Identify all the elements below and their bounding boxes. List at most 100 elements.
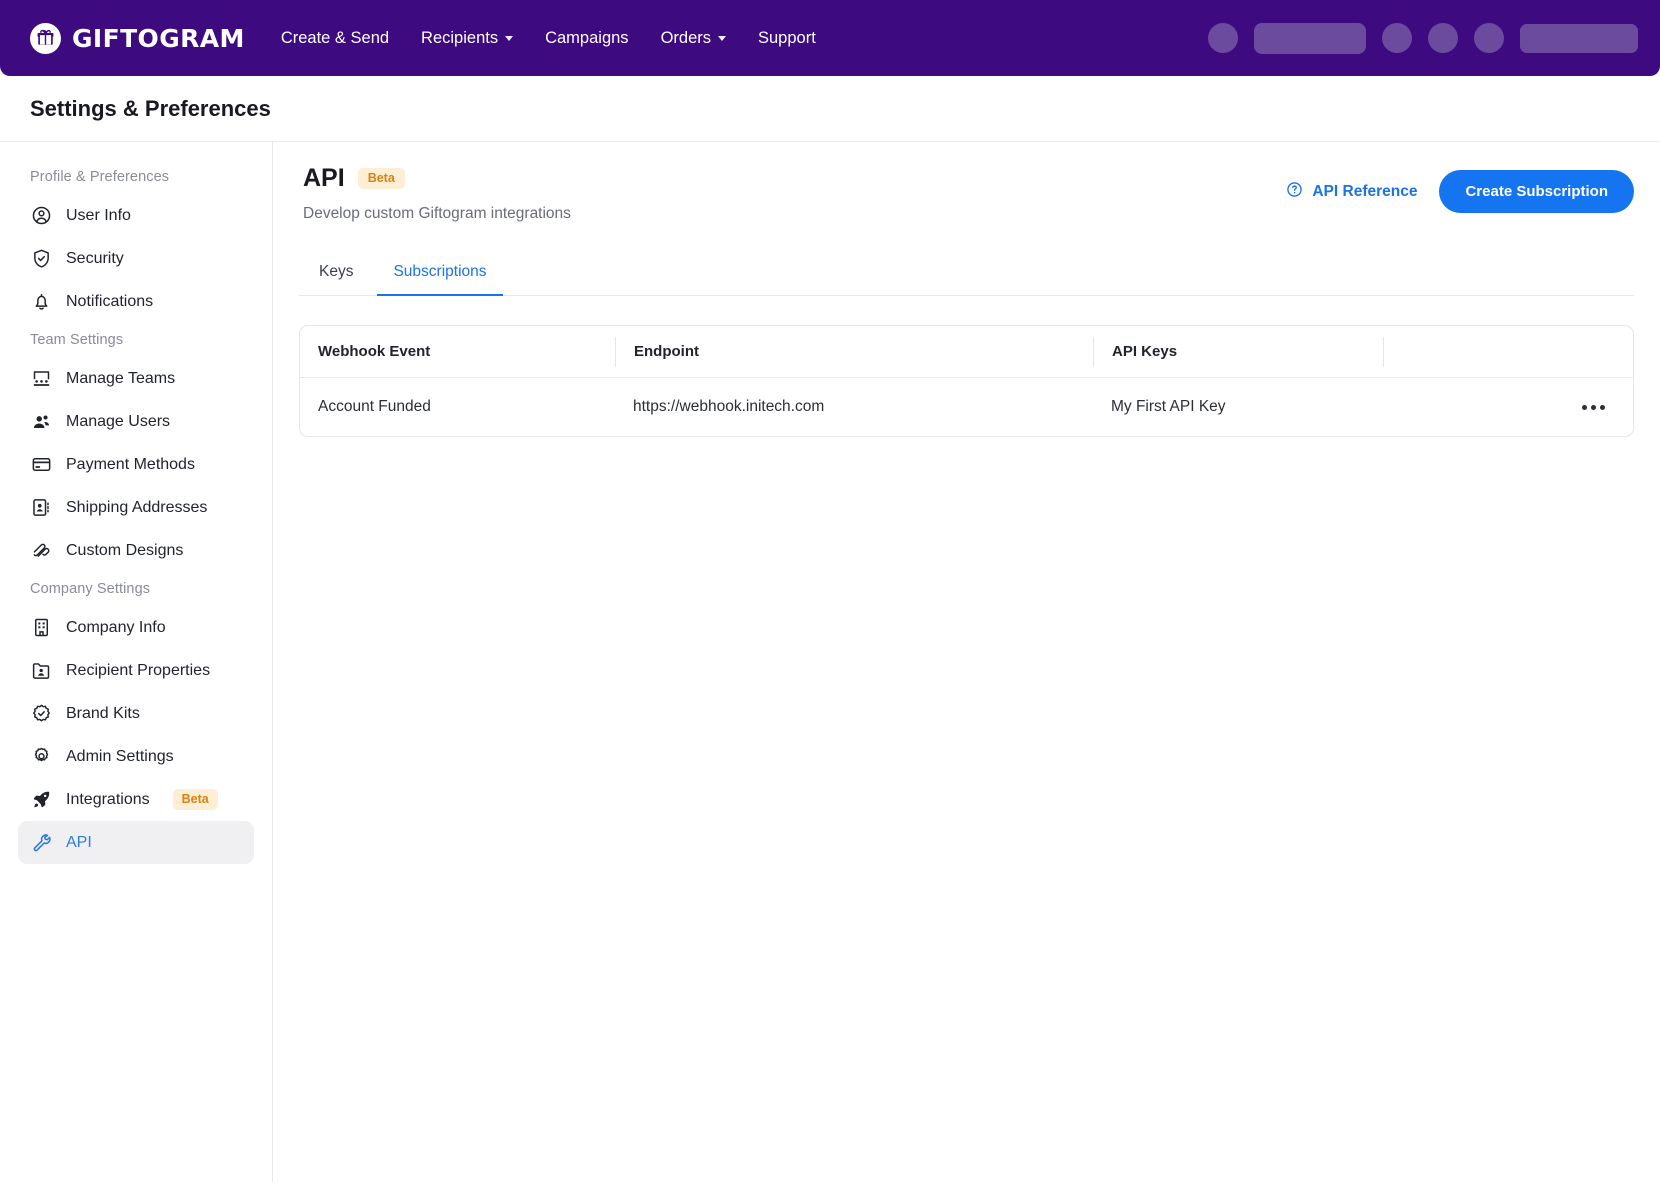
cell-webhook-event: Account Funded (318, 398, 431, 415)
sidebar-item-label: Payment Methods (66, 455, 195, 473)
nav-link-label: Support (758, 28, 816, 47)
sidebar-item-label: Security (66, 249, 124, 267)
sidebar-item-label: Custom Designs (66, 541, 184, 559)
api-reference-link[interactable]: API Reference (1286, 181, 1417, 203)
sidebar-item-label: Admin Settings (66, 747, 174, 765)
sidebar-item-label: Company Info (66, 618, 166, 636)
nav-link-label: Campaigns (545, 28, 629, 47)
api-tabs: Keys Subscriptions (299, 253, 1634, 296)
sidebar-item-custom-designs[interactable]: Custom Designs (18, 529, 254, 572)
page-body: Profile & Preferences User Info Security (0, 142, 1660, 1182)
gear-icon (30, 745, 53, 768)
sidebar-item-shipping-addresses[interactable]: Shipping Addresses (18, 486, 254, 529)
nav-right-placeholders (1208, 0, 1638, 76)
sidebar-item-label: Brand Kits (66, 704, 140, 722)
nav-link-support[interactable]: Support (758, 29, 816, 48)
wrench-icon (30, 831, 53, 854)
nav-link-label: Recipients (421, 28, 499, 47)
sidebar-item-label: Manage Users (66, 412, 171, 430)
tab-keys[interactable]: Keys (303, 253, 369, 296)
column-header-webhook-event: Webhook Event (318, 343, 431, 360)
brush-strokes-icon (30, 539, 53, 562)
skeleton-circle (1382, 23, 1412, 53)
nav-link-label: Orders (660, 28, 711, 47)
cell-api-keys: My First API Key (1111, 398, 1226, 415)
column-header-api-keys: API Keys (1093, 336, 1383, 367)
shield-check-icon (30, 247, 53, 270)
skeleton-circle (1474, 23, 1504, 53)
column-header-endpoint: Endpoint (615, 336, 1093, 367)
address-book-icon (30, 496, 53, 519)
sidebar-item-api[interactable]: API (18, 821, 254, 864)
cell-endpoint: https://webhook.initech.com (633, 398, 825, 415)
brand-logo[interactable]: GIFTOGRAM (30, 22, 245, 54)
sidebar-item-company-info[interactable]: Company Info (18, 606, 254, 649)
create-subscription-button[interactable]: Create Subscription (1439, 170, 1634, 213)
api-title-row: API Beta (303, 164, 571, 193)
api-header-text: API Beta Develop custom Giftogram integr… (299, 164, 571, 223)
table-header-row: Webhook Event Endpoint API Keys (300, 326, 1633, 378)
api-section-header: API Beta Develop custom Giftogram integr… (299, 164, 1634, 223)
sidebar-item-label: Recipient Properties (66, 661, 211, 679)
sidebar-item-manage-teams[interactable]: Manage Teams (18, 357, 254, 400)
gift-icon (30, 22, 61, 54)
sidebar-item-payment-methods[interactable]: Payment Methods (18, 443, 254, 486)
skeleton-pill (1254, 22, 1366, 54)
settings-sidebar: Profile & Preferences User Info Security (0, 142, 273, 1182)
nav-link-campaigns[interactable]: Campaigns (545, 29, 628, 48)
page-header: Settings & Preferences (0, 76, 1660, 142)
sidebar-item-label: API (66, 833, 92, 851)
api-header-actions: API Reference Create Subscription (1286, 164, 1634, 213)
top-navigation-bar: GIFTOGRAM Create & Send Recipients Campa… (0, 0, 1660, 76)
sidebar-item-security[interactable]: Security (18, 237, 254, 280)
skeleton-circle (1428, 23, 1458, 53)
sidebar-item-integrations[interactable]: Integrations Beta (18, 778, 254, 821)
rocket-icon (30, 788, 53, 811)
sidebar-item-label: Notifications (66, 292, 154, 310)
tab-subscriptions[interactable]: Subscriptions (377, 253, 503, 296)
skeleton-circle (1208, 23, 1238, 53)
section-title: API (303, 164, 345, 192)
sidebar-item-badge: Beta (172, 789, 218, 810)
chevron-down-icon (505, 35, 514, 41)
table-row[interactable]: Account Funded https://webhook.initech.c… (300, 378, 1633, 436)
badge-check-icon (30, 702, 53, 725)
main-content: API Beta Develop custom Giftogram integr… (273, 142, 1660, 1182)
api-reference-label: API Reference (1312, 182, 1418, 200)
bell-icon (30, 290, 53, 313)
sidebar-item-user-info[interactable]: User Info (18, 194, 254, 237)
section-subtitle: Develop custom Giftogram integrations (303, 205, 571, 222)
subscriptions-table: Webhook Event Endpoint API Keys Account … (299, 325, 1634, 437)
page-title: Settings & Preferences (30, 95, 271, 121)
users-icon (30, 410, 53, 433)
sidebar-group-label-profile: Profile & Preferences (30, 169, 170, 185)
brand-name: GIFTOGRAM (72, 23, 245, 53)
teams-icon (30, 367, 53, 390)
sidebar-item-notifications[interactable]: Notifications (18, 280, 254, 323)
ellipsis-horizontal-icon[interactable] (1578, 397, 1609, 418)
nav-link-create-and-send[interactable]: Create & Send (281, 29, 389, 48)
column-header-actions (1383, 336, 1633, 367)
sidebar-item-label: Manage Teams (66, 369, 176, 387)
building-icon (30, 616, 53, 639)
sidebar-item-brand-kits[interactable]: Brand Kits (18, 692, 254, 735)
chevron-down-icon (718, 35, 726, 41)
skeleton-pill (1520, 23, 1638, 53)
sidebar-item-recipient-properties[interactable]: Recipient Properties (18, 649, 254, 692)
sidebar-item-label: Shipping Addresses (66, 498, 208, 516)
sidebar-item-manage-users[interactable]: Manage Users (18, 400, 254, 443)
sidebar-group-label-team: Team Settings (30, 332, 124, 348)
beta-badge: Beta (357, 168, 405, 189)
folder-user-icon (30, 659, 53, 682)
nav-link-recipients[interactable]: Recipients (421, 28, 514, 48)
user-circle-icon (30, 204, 53, 227)
cell-actions (1383, 397, 1633, 418)
sidebar-item-label: Integrations (66, 790, 150, 808)
help-circle-icon (1286, 181, 1303, 203)
sidebar-group-label-company: Company Settings (30, 581, 151, 597)
sidebar-item-label: User Info (66, 206, 131, 224)
credit-card-icon (30, 453, 53, 476)
sidebar-item-admin-settings[interactable]: Admin Settings (18, 735, 254, 778)
nav-link-label: Create & Send (280, 28, 390, 47)
nav-link-orders[interactable]: Orders (661, 29, 726, 48)
